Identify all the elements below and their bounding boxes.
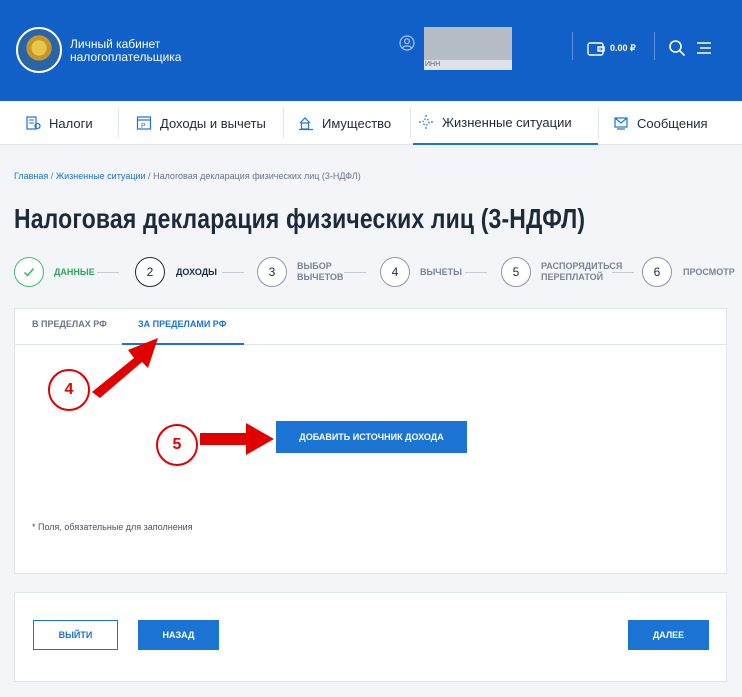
balance-amount[interactable]: 0.00 ₽ bbox=[610, 43, 636, 54]
page-title: Налоговая декларация физических лиц (3-Н… bbox=[14, 203, 586, 234]
header-divider bbox=[572, 32, 573, 60]
svg-text:P: P bbox=[141, 123, 146, 130]
back-button[interactable]: Назад bbox=[138, 620, 219, 650]
step-connector bbox=[465, 272, 487, 273]
user-icon[interactable] bbox=[399, 35, 415, 51]
messages-icon bbox=[614, 117, 628, 130]
step-connector bbox=[97, 272, 119, 273]
top-header: Личный кабинет налогоплательщика ИНН 0.0… bbox=[0, 0, 742, 101]
breadcrumb-separator: / bbox=[50, 171, 54, 181]
wallet-icon[interactable] bbox=[587, 41, 605, 56]
add-income-source-button[interactable]: Добавить источник дохода bbox=[276, 421, 467, 453]
step-label-line: Выбор bbox=[297, 261, 332, 271]
property-icon bbox=[299, 117, 313, 131]
fns-emblem-logo[interactable] bbox=[16, 27, 62, 73]
step-6-preview[interactable]: 6 bbox=[642, 257, 672, 287]
nav-divider bbox=[598, 108, 599, 138]
step-label: Распорядиться переплатой bbox=[541, 261, 622, 283]
annotation-marker-5: 5 bbox=[156, 424, 198, 466]
step-label-line: переплатой bbox=[541, 272, 604, 282]
search-icon[interactable] bbox=[668, 39, 686, 57]
step-label: Данные bbox=[54, 267, 95, 277]
step-connector bbox=[222, 272, 244, 273]
step-connector bbox=[344, 272, 366, 273]
breadcrumb-section-link[interactable]: Жизненные ситуации bbox=[56, 171, 146, 181]
step-label-line: вычетов bbox=[297, 272, 344, 282]
step-5-overpayment[interactable]: 5 bbox=[501, 257, 531, 287]
step-1-data[interactable] bbox=[14, 257, 44, 287]
nav-item-label: Доходы и вычеты bbox=[160, 115, 266, 131]
step-number: 4 bbox=[391, 265, 399, 279]
next-button[interactable]: Далее bbox=[628, 620, 709, 650]
annotation-number: 4 bbox=[64, 381, 74, 398]
nav-item-label: Сообщения bbox=[637, 115, 708, 131]
nav-divider bbox=[410, 108, 411, 138]
step-label-line: Распорядиться bbox=[541, 261, 623, 271]
annotation-arrow-up-right-icon bbox=[92, 338, 158, 398]
nav-item-messages[interactable]: Сообщения bbox=[613, 101, 708, 145]
life-situations-icon bbox=[419, 115, 433, 129]
step-number: 2 bbox=[146, 265, 154, 279]
income-icon: P bbox=[136, 116, 152, 130]
nav-divider bbox=[118, 108, 119, 138]
nav-item-income[interactable]: P Доходы и вычеты bbox=[136, 101, 266, 145]
annotation-marker-4: 4 bbox=[48, 369, 90, 411]
tab-within-russia[interactable]: В пределах РФ bbox=[32, 319, 107, 329]
step-label: Выбор вычетов bbox=[297, 261, 343, 283]
step-label: Доходы bbox=[176, 267, 217, 277]
breadcrumb-separator: / bbox=[148, 171, 151, 181]
menu-icon[interactable] bbox=[697, 41, 711, 55]
step-label: Вычеты bbox=[420, 267, 462, 277]
required-fields-note: * Поля, обязательные для заполнения bbox=[32, 522, 193, 532]
step-connector bbox=[612, 272, 634, 273]
nav-divider bbox=[283, 108, 284, 138]
step-number: 5 bbox=[512, 265, 520, 279]
breadcrumb: Главная / Жизненные ситуации / Налоговая… bbox=[14, 171, 361, 181]
footer-card bbox=[14, 592, 727, 682]
annotation-number: 5 bbox=[172, 436, 182, 453]
step-4-deductions[interactable]: 4 bbox=[380, 257, 410, 287]
check-icon bbox=[23, 267, 35, 277]
nav-item-taxes[interactable]: Налоги bbox=[25, 101, 93, 145]
breadcrumb-current: Налоговая декларация физических лиц (3-Н… bbox=[153, 171, 361, 181]
step-3-choose-deductions[interactable]: 3 bbox=[257, 257, 287, 287]
step-label: Просмотр bbox=[683, 267, 735, 277]
nav-item-life-situations[interactable]: Жизненные ситуации bbox=[413, 101, 598, 145]
step-2-income[interactable]: 2 bbox=[135, 257, 165, 287]
step-number: 3 bbox=[268, 265, 276, 279]
nav-item-label: Жизненные ситуации bbox=[442, 114, 572, 130]
nav-item-label: Налоги bbox=[49, 115, 93, 131]
app-title[interactable]: Личный кабинет налогоплательщика bbox=[70, 38, 210, 64]
step-number: 6 bbox=[653, 265, 661, 279]
main-nav: Налоги P Доходы и вычеты Имущество Жизне… bbox=[0, 101, 742, 145]
tax-icon bbox=[26, 116, 41, 130]
annotation-arrow-right-icon bbox=[200, 423, 274, 455]
nav-item-property[interactable]: Имущество bbox=[298, 101, 391, 145]
breadcrumb-home-link[interactable]: Главная bbox=[14, 171, 48, 181]
exit-button[interactable]: Выйти bbox=[33, 620, 118, 650]
tab-outside-russia[interactable]: За пределами РФ bbox=[138, 319, 226, 329]
nav-item-label: Имущество bbox=[322, 115, 392, 131]
user-inn-label: ИНН bbox=[425, 61, 441, 68]
header-divider bbox=[654, 32, 655, 60]
